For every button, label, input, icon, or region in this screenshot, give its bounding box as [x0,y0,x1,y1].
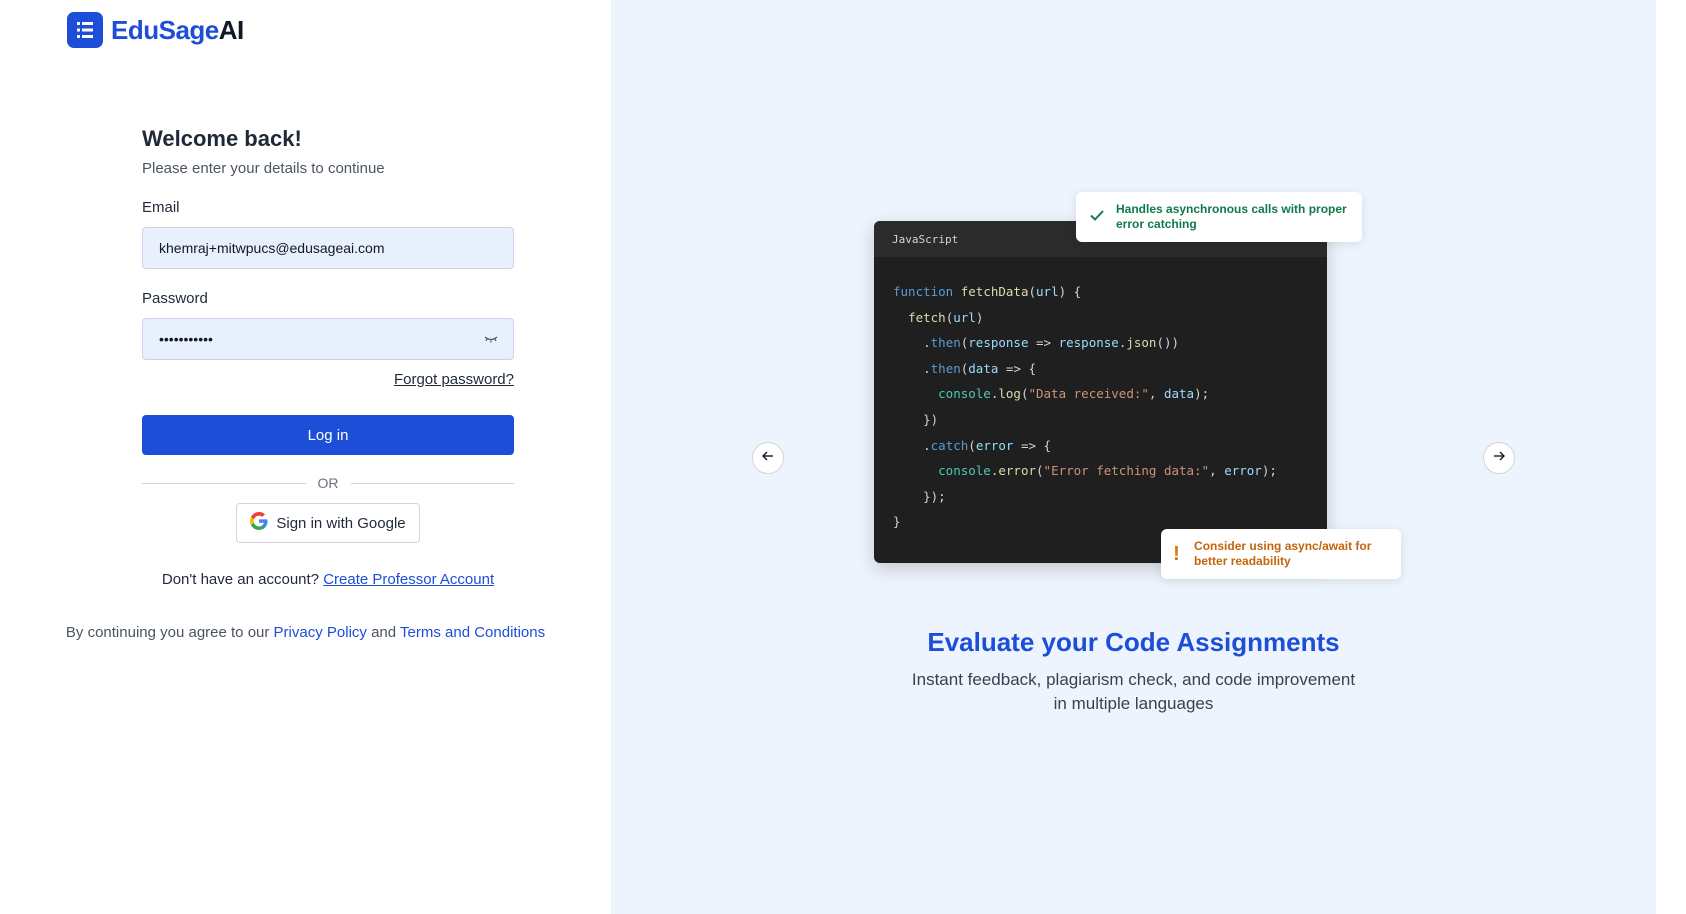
forgot-password-link[interactable]: Forgot password? [394,371,514,388]
showcase-pane: JavaScript function fetchData(url) { fet… [611,0,1656,914]
google-wrap: Sign in with Google [142,503,514,543]
password-field[interactable]: ••••••••••• [142,318,514,360]
success-feedback-badge: Handles asynchronous calls with proper e… [1076,192,1362,242]
brand-icon [67,12,103,48]
login-button[interactable]: Log in [142,415,514,455]
signup-prompt: Don't have an account? [161,571,320,588]
password-value: ••••••••••• [159,331,213,347]
signup-row: Don't have an account? Create Professor … [142,571,514,588]
login-pane: EduSageAI Welcome back! Please enter you… [0,0,611,914]
showcase-headline: Evaluate your Code Assignments [927,627,1340,657]
arrow-right-icon [1492,449,1506,468]
page-title: Welcome back! [142,126,302,151]
brand-name: EduSageAI [111,15,244,46]
warning-feedback-text: Consider using async/await for better re… [1194,539,1372,568]
page-edge [1656,0,1686,914]
google-button-label: Sign in with Google [276,514,406,532]
code-snippet: function fetchData(url) { fetch(url) .th… [893,284,1277,530]
or-text: OR [317,475,339,491]
or-divider: OR [142,475,514,491]
terms-prefix: By continuing you agree to our [65,624,270,641]
google-logo-icon [250,512,268,534]
exclamation-icon: ! [1173,542,1180,565]
showcase-description: Instant feedback, plagiarism check, and … [911,670,1356,713]
brand-logo[interactable]: EduSageAI [67,12,244,48]
create-account-link[interactable]: Create Professor Account [323,571,494,588]
page-subtitle: Please enter your details to continue [142,160,385,177]
success-feedback-text: Handles asynchronous calls with proper e… [1116,202,1347,231]
brand-name-edusage: EduSage [111,14,219,45]
divider-line-right [350,482,514,484]
terms-and: and [371,624,397,641]
terms-conditions-link[interactable]: Terms and Conditions [400,624,545,641]
login-form: Welcome back! Please enter your details … [142,126,514,588]
password-label: Password [142,290,208,307]
brand-name-ai: AI [218,14,245,45]
carousel-prev-button[interactable] [752,442,784,474]
eye-closed-icon[interactable] [483,331,499,347]
login-page: EduSageAI Welcome back! Please enter you… [0,0,1686,914]
divider-line-left [142,482,306,484]
google-signin-button[interactable]: Sign in with Google [236,503,420,543]
code-snippet-card: JavaScript function fetchData(url) { fet… [874,221,1327,563]
arrow-left-icon [761,449,775,468]
email-label: Email [142,199,180,216]
forgot-row: Forgot password? [142,371,514,389]
email-field[interactable]: khemraj+mitwpucs@edusageai.com [142,227,514,269]
terms-notice: By continuing you agree to our Privacy P… [0,624,611,641]
warning-feedback-badge: ! Consider using async/await for better … [1161,529,1401,579]
check-icon [1088,206,1106,229]
carousel-next-button[interactable] [1483,442,1515,474]
email-value: khemraj+mitwpucs@edusageai.com [159,240,385,256]
privacy-policy-link[interactable]: Privacy Policy [274,624,367,641]
